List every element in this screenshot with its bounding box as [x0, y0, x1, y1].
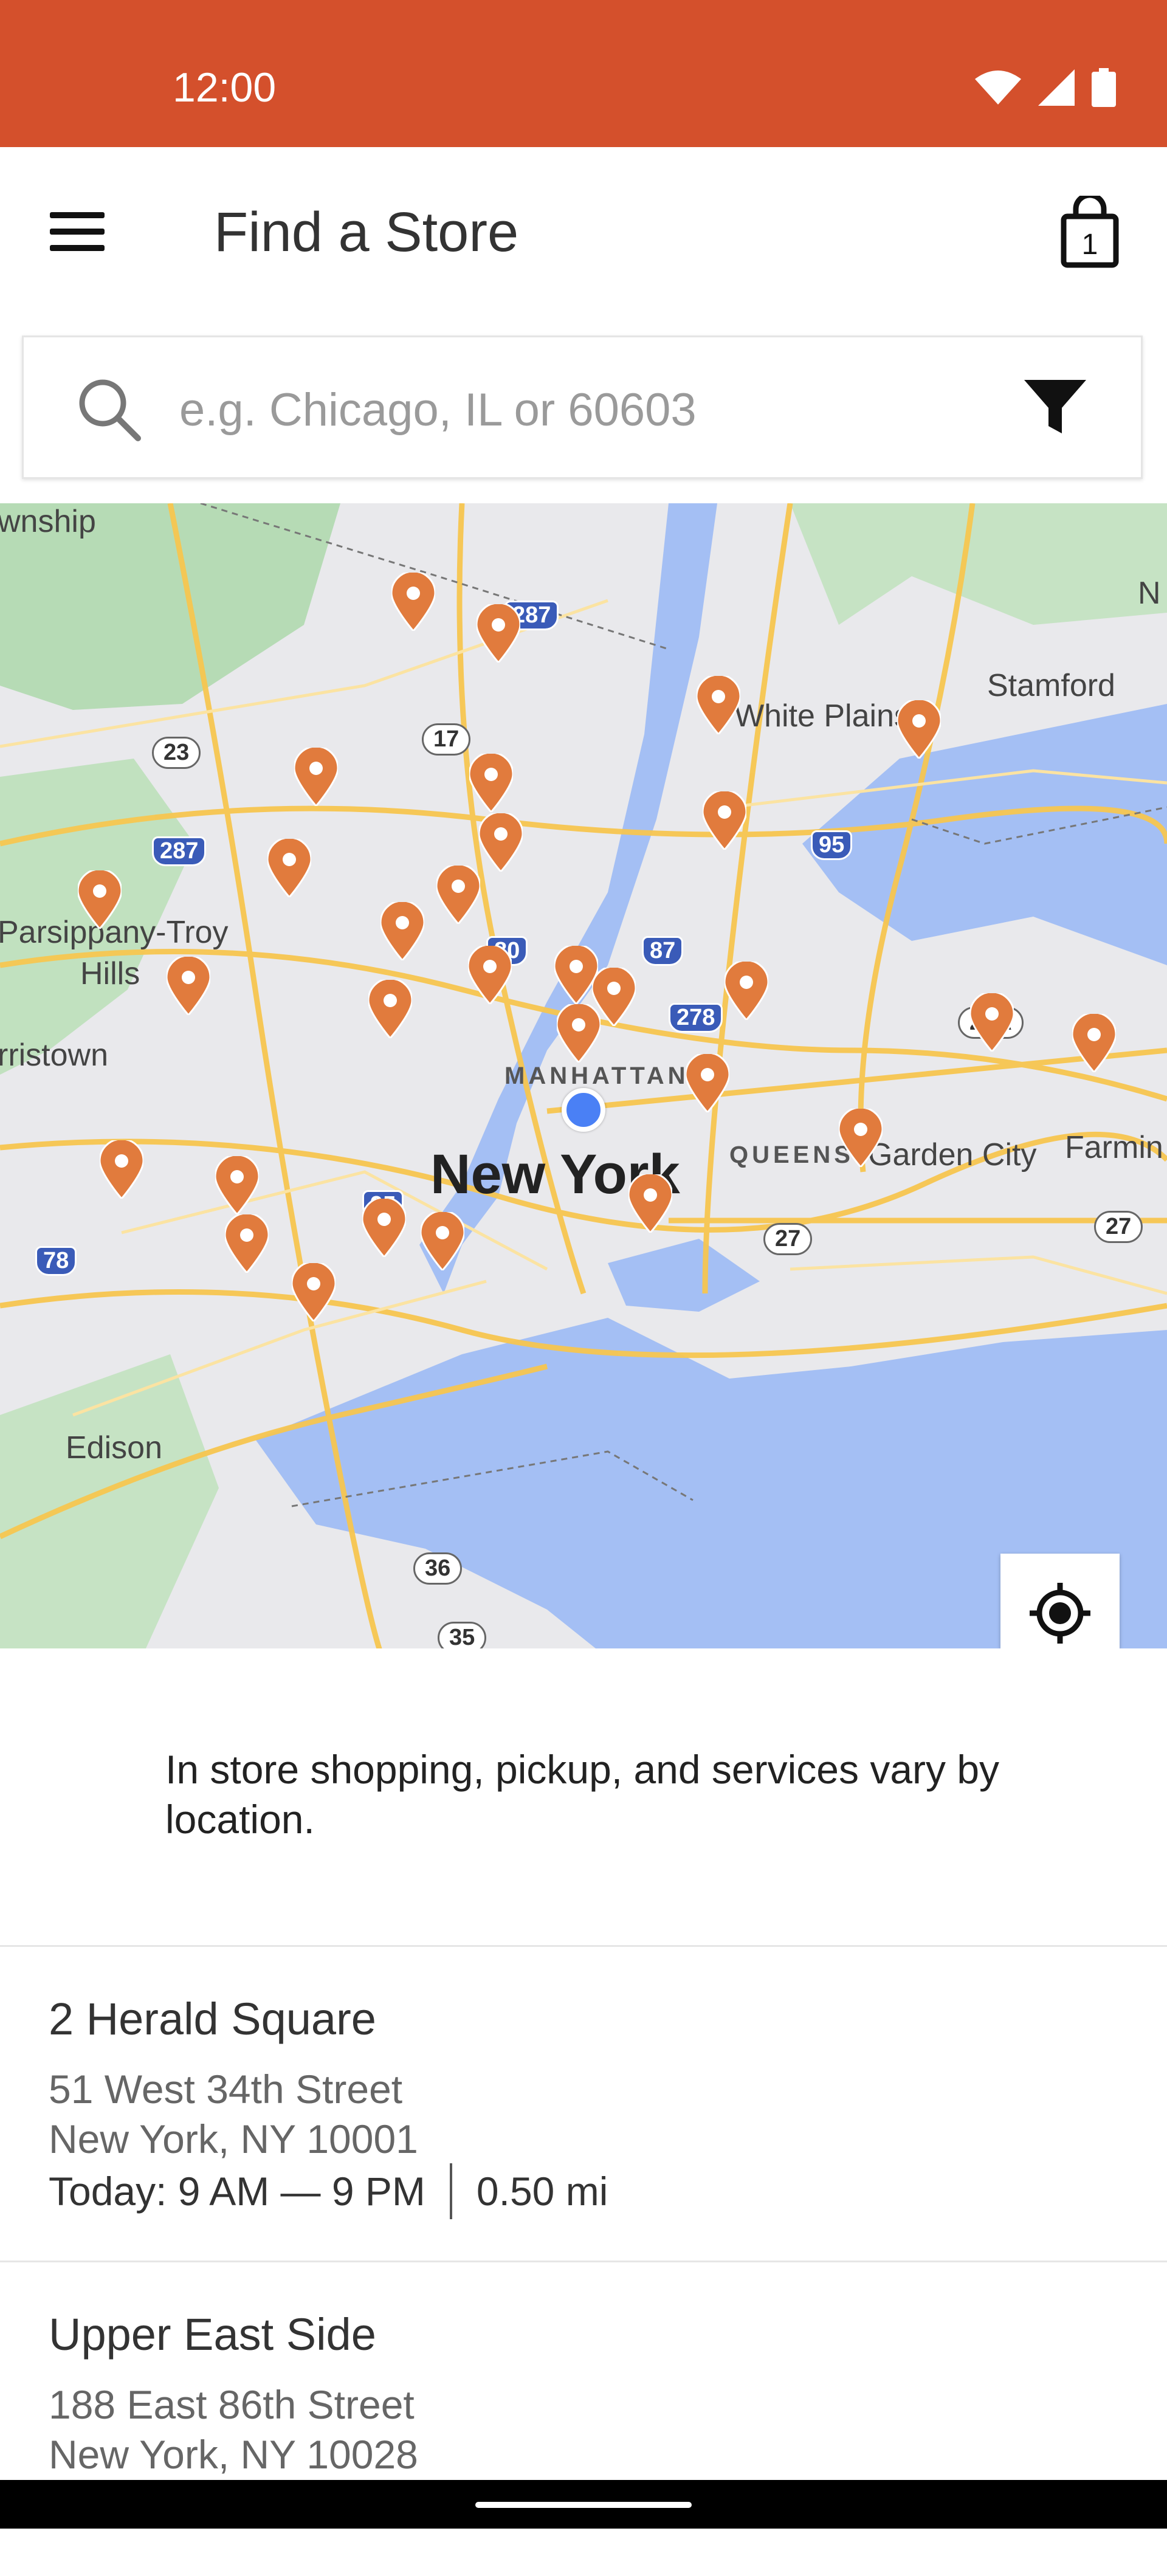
- store-list-item[interactable]: Upper East Side 188 East 86th Street New…: [0, 2262, 1167, 2576]
- route-shield: 36: [413, 1552, 463, 1585]
- route-shield: 287: [152, 836, 207, 866]
- store-pin-icon[interactable]: [78, 870, 122, 929]
- map-label-township: wnship: [0, 504, 96, 539]
- store-street: 188 East 86th Street: [49, 2382, 415, 2427]
- store-pin-icon[interactable]: [839, 1109, 883, 1167]
- store-pin-icon[interactable]: [421, 1212, 464, 1270]
- store-pin-icon[interactable]: [294, 748, 338, 806]
- store-pin-icon[interactable]: [380, 902, 424, 960]
- map-label-hills: Hills: [80, 956, 140, 991]
- status-bar: 12:00: [0, 0, 1167, 147]
- app-bar: Find a Store 1: [0, 147, 1167, 317]
- route-shield: 35: [438, 1622, 487, 1648]
- crosshair-icon: [1030, 1583, 1090, 1644]
- store-name: 2 Herald Square: [49, 1994, 376, 2044]
- my-location-button[interactable]: [1000, 1554, 1120, 1648]
- store-pin-icon[interactable]: [167, 957, 210, 1015]
- store-city: New York, NY 10028: [49, 2432, 418, 2477]
- store-pin-icon[interactable]: [970, 993, 1014, 1052]
- map-label-queens: QUEENS: [729, 1142, 854, 1168]
- store-pin-icon[interactable]: [477, 604, 520, 663]
- wifi-icon: [975, 71, 1021, 105]
- system-navigation-bar: [0, 2480, 1167, 2529]
- store-pin-icon[interactable]: [703, 791, 746, 850]
- status-icons: [975, 68, 1116, 107]
- store-city: New York, NY 10001: [49, 2116, 418, 2161]
- store-pin-icon[interactable]: [100, 1140, 143, 1199]
- store-pin-icon[interactable]: [697, 676, 740, 734]
- page-title: Find a Store: [214, 201, 519, 263]
- separator: [449, 2163, 452, 2219]
- map-label-morristown: rristown: [0, 1038, 109, 1073]
- store-pin-icon[interactable]: [436, 866, 480, 924]
- current-location-dot: [562, 1088, 605, 1132]
- route-shield: 27: [763, 1223, 813, 1255]
- search-input[interactable]: [178, 368, 971, 452]
- store-name: Upper East Side: [49, 2309, 376, 2360]
- store-distance: 0.50 mi: [476, 2169, 608, 2214]
- store-pin-icon[interactable]: [468, 946, 512, 1004]
- route-shield: 23: [152, 737, 201, 769]
- store-pin-icon[interactable]: [362, 1199, 406, 1257]
- map-label-manhattan: MANHATTAN: [504, 1062, 689, 1089]
- store-hours-row: Today: 9 AM — 9 PM 0.50 mi: [49, 2163, 608, 2219]
- map-label-garden-city: Garden City: [868, 1137, 1037, 1173]
- store-pin-icon[interactable]: [292, 1263, 336, 1321]
- cart-count: 1: [1082, 229, 1098, 261]
- map-label-farmingdale: Farmin: [1065, 1130, 1163, 1165]
- menu-icon[interactable]: [50, 202, 117, 269]
- store-map[interactable]: wnship N Stamford White Plains Parsippan…: [0, 503, 1167, 1648]
- shopping-bag-icon[interactable]: 1: [1056, 192, 1123, 269]
- status-time: 12:00: [173, 64, 277, 111]
- store-pin-icon[interactable]: [557, 1004, 601, 1062]
- signal-icon: [1038, 69, 1075, 106]
- store-pin-icon[interactable]: [391, 573, 435, 631]
- store-pin-icon[interactable]: [479, 813, 523, 872]
- store-pin-icon[interactable]: [628, 1174, 672, 1233]
- map-label-white-plains: White Plains: [734, 698, 910, 734]
- search-bar: [22, 336, 1143, 479]
- store-pin-icon[interactable]: [1072, 1014, 1116, 1072]
- route-shield: 278: [669, 1003, 723, 1033]
- store-hours: Today: 9 AM — 9 PM: [49, 2169, 425, 2214]
- store-pin-icon[interactable]: [725, 962, 768, 1020]
- store-pin-icon[interactable]: [686, 1054, 729, 1112]
- store-pin-icon[interactable]: [225, 1214, 269, 1273]
- route-shield: 78: [35, 1246, 77, 1276]
- filter-icon[interactable]: [1022, 377, 1089, 438]
- route-shield: 95: [811, 830, 853, 860]
- battery-icon: [1092, 68, 1116, 107]
- map-label-stamford: Stamford: [987, 668, 1115, 703]
- store-pin-icon[interactable]: [215, 1156, 259, 1214]
- store-pin-icon[interactable]: [897, 700, 941, 759]
- store-pin-icon[interactable]: [267, 839, 311, 897]
- store-pin-icon[interactable]: [368, 980, 412, 1038]
- map-label-n: N: [1138, 576, 1161, 611]
- route-shield: 87: [642, 936, 684, 966]
- store-notice: In store shopping, pickup, and services …: [165, 1747, 1000, 1842]
- home-gesture-handle[interactable]: [475, 2502, 692, 2508]
- store-list-item[interactable]: 2 Herald Square 51 West 34th Street New …: [0, 1947, 1167, 2261]
- map-label-edison: Edison: [66, 1430, 162, 1465]
- search-icon: [79, 379, 141, 441]
- route-shield: 17: [422, 723, 471, 756]
- store-pin-icon[interactable]: [469, 754, 513, 812]
- route-shield: 27: [1094, 1211, 1143, 1243]
- store-street: 51 West 34th Street: [49, 2067, 403, 2112]
